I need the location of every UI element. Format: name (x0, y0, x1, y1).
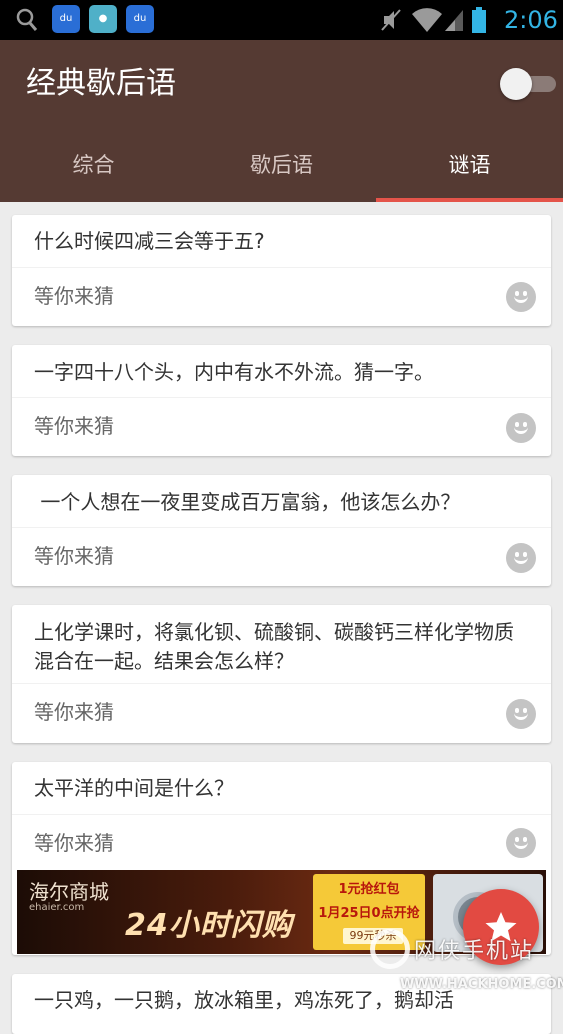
switch-thumb (500, 68, 532, 100)
ad-panel-date: 1月25日0点开抢 (318, 906, 420, 921)
card-divider (12, 267, 551, 268)
mute-icon (381, 9, 401, 31)
watermark: 网侠手机站 WWW.HACKHOME.COM (366, 925, 563, 1002)
riddle-question: 一个人想在一夜里变成百万富翁，他该怎么办？ (34, 490, 461, 514)
riddle-question: 上化学课时，将氯化钡、硫酸铜、碳酸钙三样化学物质混合在一起。结果会怎么样？ (34, 620, 514, 673)
riddle-question: 什么时候四减三会等于五? (34, 229, 265, 253)
card-divider (12, 683, 551, 684)
riddle-card[interactable]: 一个人想在一夜里变成百万富翁，他该怎么办？ 等你来猜 (12, 475, 551, 586)
hiapp-icon: ● (89, 5, 117, 33)
battery-icon (472, 7, 486, 33)
ad-slogan: 24小时闪购 (125, 908, 293, 943)
riddle-question: 一字四十八个头，内中有水不外流。猜一字。 (34, 360, 434, 384)
ad-panel-title: 1元抢红包 (338, 882, 400, 897)
ad-brand-sub: ehaier.com (29, 902, 85, 913)
tab-riddles[interactable]: 谜语 (376, 140, 563, 190)
status-bar: du ● du 2:06 (0, 0, 563, 40)
riddle-card[interactable]: 一字四十八个头，内中有水不外流。猜一字。 等你来猜 (12, 345, 551, 456)
status-time: 2:06 (504, 6, 558, 34)
signal-icon (445, 10, 463, 31)
watermark-text: 网侠手机站 (414, 939, 535, 964)
riddle-question: 太平洋的中间是什么？ (34, 776, 234, 800)
riddle-card[interactable]: 上化学课时，将氯化钡、硫酸铜、碳酸钙三样化学物质混合在一起。结果会怎么样？ 等你… (12, 605, 551, 743)
wifi-icon (412, 8, 442, 32)
app-bar: 经典歇后语 综合 歇后语 谜语 (0, 40, 563, 202)
ad-brand: 海尔商城 (29, 880, 109, 904)
tab-xiehouyu[interactable]: 歇后语 (188, 140, 375, 190)
riddle-answer-prompt: 等你来猜 (34, 700, 114, 724)
theme-toggle-switch[interactable] (500, 68, 558, 100)
tab-general[interactable]: 综合 (0, 140, 187, 190)
smiley-icon[interactable] (506, 543, 536, 573)
card-divider (12, 814, 551, 815)
riddle-answer-prompt: 等你来猜 (34, 284, 114, 308)
smiley-icon[interactable] (506, 282, 536, 312)
card-divider (12, 397, 551, 398)
baidu-app-icon: du (52, 5, 80, 33)
watermark-logo-icon (370, 929, 410, 969)
smiley-icon[interactable] (506, 413, 536, 443)
search-icon (16, 8, 38, 31)
riddle-answer-prompt: 等你来猜 (34, 414, 114, 438)
riddle-answer-prompt: 等你来猜 (34, 831, 114, 855)
watermark-url: WWW.HACKHOME.COM (400, 977, 563, 992)
riddle-card[interactable]: 什么时候四减三会等于五? 等你来猜 (12, 215, 551, 326)
smiley-icon[interactable] (506, 699, 536, 729)
card-divider (12, 527, 551, 528)
tab-indicator (376, 198, 563, 202)
baidu-app-icon: du (126, 5, 154, 33)
app-title: 经典歇后语 (26, 66, 176, 101)
smiley-icon[interactable] (506, 828, 536, 858)
riddle-answer-prompt: 等你来猜 (34, 544, 114, 568)
